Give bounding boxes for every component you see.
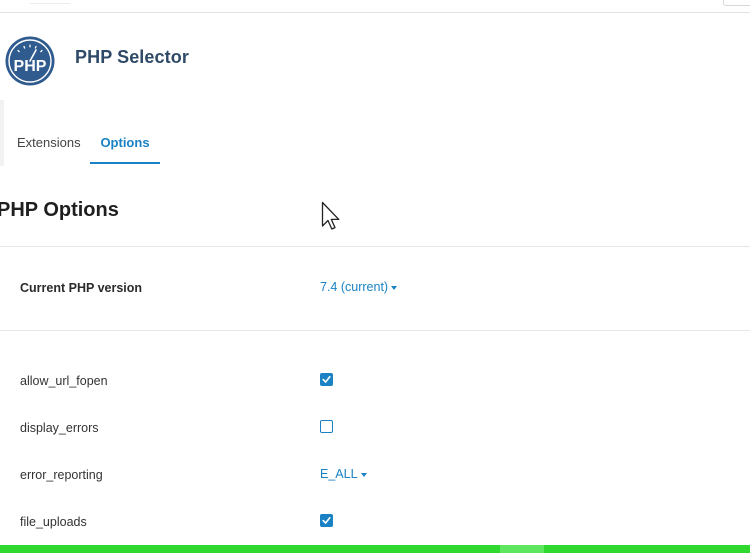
checkbox-allow-url-fopen[interactable] [320, 373, 333, 386]
checkbox-file-uploads[interactable] [320, 514, 333, 527]
php-logo-icon: PHP [5, 36, 55, 86]
top-strip-button[interactable] [723, 0, 750, 6]
option-row: error_reporting E_ALL [0, 460, 750, 490]
mouse-cursor-icon [321, 201, 341, 231]
page-title: PHP Selector [75, 47, 189, 67]
svg-text:PHP: PHP [14, 58, 47, 75]
check-icon [322, 517, 331, 524]
tab-options[interactable]: Options [90, 126, 160, 164]
caret-down-icon [391, 285, 398, 290]
caret-down-icon [360, 472, 367, 477]
error-reporting-dropdown[interactable]: E_ALL [320, 466, 367, 482]
option-row: display_errors [0, 413, 750, 443]
tab-extensions[interactable]: Extensions [17, 126, 81, 162]
status-bar-segment [500, 545, 544, 553]
option-label-error-reporting: error_reporting [20, 468, 103, 482]
php-version-value: 7.4 (current) [320, 280, 389, 294]
divider [0, 330, 750, 331]
status-bar [0, 545, 750, 553]
checkbox-display-errors[interactable] [320, 420, 333, 433]
option-label-file-uploads: file_uploads [20, 515, 87, 529]
top-toolbar-strip [0, 0, 750, 13]
check-icon [322, 376, 331, 383]
top-strip-edge [30, 0, 70, 4]
php-version-label: Current PHP version [20, 281, 143, 295]
option-label-allow-url-fopen: allow_url_fopen [20, 374, 108, 388]
option-row: allow_url_fopen [0, 366, 750, 396]
sidebar-edge [0, 100, 4, 166]
section-title: PHP Options [0, 199, 119, 221]
option-label-display-errors: display_errors [20, 421, 99, 435]
php-version-dropdown[interactable]: 7.4 (current) [320, 280, 398, 294]
divider [0, 246, 750, 247]
error-reporting-value: E_ALL [320, 467, 358, 481]
option-row: file_uploads [0, 507, 750, 537]
